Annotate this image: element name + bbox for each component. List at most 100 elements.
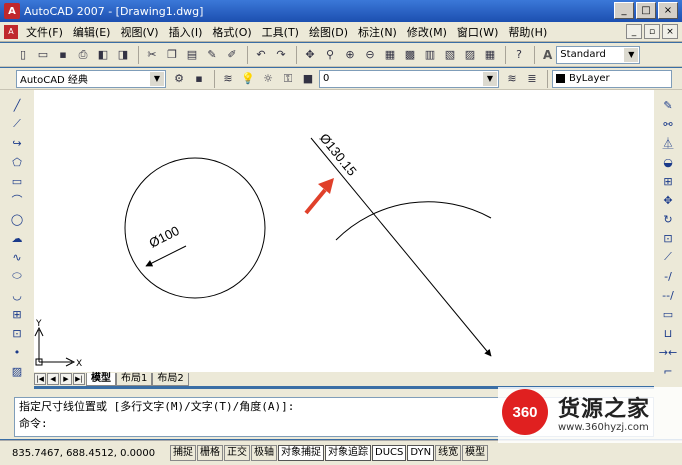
layer-previous-icon[interactable]: ≣ xyxy=(523,70,541,88)
chamfer-icon[interactable]: →← xyxy=(659,343,677,361)
copy-object-icon[interactable]: ⚯ xyxy=(659,115,677,133)
cut-icon[interactable]: ✂ xyxy=(143,46,161,64)
make-current-layer-icon[interactable]: ≋ xyxy=(503,70,521,88)
block-editor-icon[interactable]: ✐ xyxy=(223,46,241,64)
break-icon[interactable]: ▭ xyxy=(659,305,677,323)
spline-icon[interactable]: ∿ xyxy=(8,248,26,266)
undo-icon[interactable]: ↶ xyxy=(252,46,270,64)
menu-modify[interactable]: 修改(M) xyxy=(402,24,452,40)
plot-icon[interactable]: ⎙ xyxy=(74,46,92,64)
last-tab-icon[interactable]: ▶| xyxy=(73,373,85,385)
prev-tab-icon[interactable]: ◀ xyxy=(47,373,59,385)
zoom-previous-icon[interactable]: ⊖ xyxy=(361,46,379,64)
doc-close-button[interactable]: × xyxy=(662,24,678,39)
menu-view[interactable]: 视图(V) xyxy=(115,24,163,40)
join-icon[interactable]: ⊔ xyxy=(659,324,677,342)
otrack-toggle[interactable]: 对象追踪 xyxy=(325,445,371,461)
ducs-toggle[interactable]: DUCS xyxy=(372,445,407,461)
design-center-icon[interactable]: ▩ xyxy=(401,46,419,64)
polygon-icon[interactable]: ⬠ xyxy=(8,153,26,171)
arc-shape[interactable] xyxy=(335,201,492,241)
dyn-toggle[interactable]: DYN xyxy=(407,445,435,461)
offset-icon[interactable]: ◒ xyxy=(659,153,677,171)
tool-palettes-icon[interactable]: ▥ xyxy=(421,46,439,64)
layer-lock-icon[interactable]: ⚿ xyxy=(279,70,297,88)
ellipse-arc-icon[interactable]: ◡ xyxy=(8,286,26,304)
drawing-area[interactable]: Ø100 Ø130.15 Y X xyxy=(34,90,654,372)
open-icon[interactable]: ▭ xyxy=(34,46,52,64)
menu-dimension[interactable]: 标注(N) xyxy=(353,24,402,40)
move-icon[interactable]: ✥ xyxy=(659,191,677,209)
redo-icon[interactable]: ↷ xyxy=(272,46,290,64)
sheet-set-icon[interactable]: ▧ xyxy=(441,46,459,64)
lineweight-toggle[interactable]: 线宽 xyxy=(435,445,462,461)
pan-icon[interactable]: ✥ xyxy=(301,46,319,64)
layer-on-icon[interactable]: 💡 xyxy=(239,70,257,88)
menu-edit[interactable]: 编辑(E) xyxy=(68,24,116,40)
model-toggle[interactable]: 模型 xyxy=(462,445,489,461)
tab-layout1[interactable]: 布局1 xyxy=(116,372,153,386)
menu-window[interactable]: 窗口(W) xyxy=(452,24,503,40)
osnap-toggle[interactable]: 对象捕捉 xyxy=(278,445,324,461)
fillet-icon[interactable]: ⌐ xyxy=(659,362,677,380)
doc-restore-button[interactable]: ▫ xyxy=(644,24,660,39)
insert-block-icon[interactable]: ⊞ xyxy=(8,305,26,323)
arc-icon[interactable]: ⌒ xyxy=(8,191,26,209)
minimize-button[interactable]: _ xyxy=(614,2,634,19)
markup-icon[interactable]: ▨ xyxy=(461,46,479,64)
autocad-app-icon[interactable]: A xyxy=(4,3,20,19)
ellipse-icon[interactable]: ⬭ xyxy=(8,267,26,285)
tab-model[interactable]: 模型 xyxy=(86,372,116,386)
stretch-icon[interactable]: ⟋ xyxy=(659,248,677,266)
hatch-icon[interactable]: ▨ xyxy=(8,362,26,380)
first-tab-icon[interactable]: |◀ xyxy=(34,373,46,385)
arc-dimension-line[interactable] xyxy=(310,137,492,357)
zoom-realtime-icon[interactable]: ⚲ xyxy=(321,46,339,64)
layer-color-icon[interactable]: ■ xyxy=(299,70,317,88)
circle-icon[interactable]: ◯ xyxy=(8,210,26,228)
paste-icon[interactable]: ▤ xyxy=(183,46,201,64)
extend-icon[interactable]: --/ xyxy=(659,286,677,304)
chevron-down-icon[interactable]: ▼ xyxy=(150,71,164,86)
text-style-combo[interactable]: Standard ▼ xyxy=(556,45,641,64)
preview-icon[interactable]: ◧ xyxy=(94,46,112,64)
zoom-window-icon[interactable]: ⊕ xyxy=(341,46,359,64)
array-icon[interactable]: ⊞ xyxy=(659,172,677,190)
menu-file[interactable]: 文件(F) xyxy=(21,24,68,40)
help-icon[interactable]: ? xyxy=(510,46,528,64)
tab-layout2[interactable]: 布局2 xyxy=(152,372,189,386)
workspace-settings-icon[interactable]: ⚙ xyxy=(170,70,188,88)
point-icon[interactable]: • xyxy=(8,343,26,361)
properties-icon[interactable]: ▦ xyxy=(381,46,399,64)
erase-icon[interactable]: ✎ xyxy=(659,96,677,114)
save-icon[interactable]: ▪ xyxy=(54,46,72,64)
menu-help[interactable]: 帮助(H) xyxy=(503,24,552,40)
document-icon[interactable]: A xyxy=(4,24,18,39)
copy-icon[interactable]: ❐ xyxy=(163,46,181,64)
rectangle-icon[interactable]: ▭ xyxy=(8,172,26,190)
polar-toggle[interactable]: 极轴 xyxy=(251,445,277,461)
next-tab-icon[interactable]: ▶ xyxy=(60,373,72,385)
close-button[interactable]: × xyxy=(658,2,678,19)
menu-draw[interactable]: 绘图(D) xyxy=(304,24,353,40)
new-icon[interactable]: ▯ xyxy=(14,46,32,64)
polyline-icon[interactable]: ↪ xyxy=(8,134,26,152)
revision-cloud-icon[interactable]: ☁ xyxy=(8,229,26,247)
trim-icon[interactable]: -/ xyxy=(659,267,677,285)
calculator-icon[interactable]: ▦ xyxy=(481,46,499,64)
line-icon[interactable]: ╱ xyxy=(8,96,26,114)
rotate-icon[interactable]: ↻ xyxy=(659,210,677,228)
make-block-icon[interactable]: ⊡ xyxy=(8,324,26,342)
color-combo[interactable]: ByLayer xyxy=(552,69,672,88)
scale-icon[interactable]: ⊡ xyxy=(659,229,677,247)
menu-tools[interactable]: 工具(T) xyxy=(257,24,304,40)
layer-combo[interactable]: 0 ▼ xyxy=(319,69,499,88)
layer-manager-icon[interactable]: ≋ xyxy=(219,70,237,88)
chevron-down-icon[interactable]: ▼ xyxy=(624,47,639,62)
ortho-toggle[interactable]: 正交 xyxy=(224,445,250,461)
layer-freeze-icon[interactable]: ☼ xyxy=(259,70,277,88)
menu-insert[interactable]: 插入(I) xyxy=(164,24,208,40)
match-properties-icon[interactable]: ✎ xyxy=(203,46,221,64)
publish-icon[interactable]: ◨ xyxy=(114,46,132,64)
grid-toggle[interactable]: 栅格 xyxy=(197,445,223,461)
